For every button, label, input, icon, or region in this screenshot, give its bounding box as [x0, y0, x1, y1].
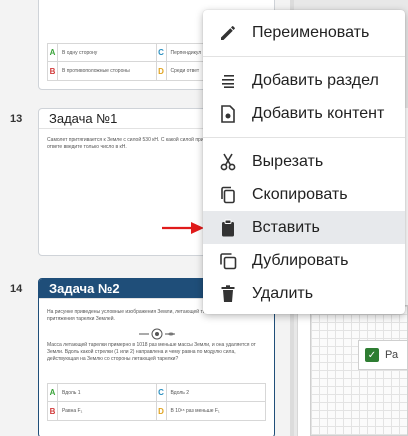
editor-canvas-grid[interactable]	[310, 305, 408, 436]
menu-item-label: Вставить	[252, 218, 320, 236]
answer-option-text: Ра	[385, 349, 399, 361]
menu-item-label: Удалить	[252, 284, 314, 302]
pencil-icon	[218, 23, 238, 43]
menu-item-add-section[interactable]: Добавить раздел	[203, 64, 405, 97]
checkbox-checked-icon[interactable]: ✓	[365, 348, 379, 362]
menu-item-delete[interactable]: Удалить	[203, 277, 405, 310]
red-arrow-icon	[162, 222, 204, 234]
task-text: Масса летающей тарелки примерно в 1018 р…	[47, 342, 256, 362]
answer-grid: A Вдоль 1 C Вдоль 2 B Равна F₁ DВ 10¹⁸ раз …	[47, 383, 266, 421]
answer-cell: A Вдоль 1	[48, 384, 157, 402]
answer-cell: B Равна F₁	[48, 402, 157, 420]
menu-item-add-content[interactable]: Добавить контент	[203, 97, 405, 130]
menu-separator	[203, 137, 405, 138]
menu-item-label: Добавить раздел	[252, 71, 379, 89]
menu-item-label: Скопировать	[252, 185, 348, 203]
answer-option-row[interactable]: ✓ Ра	[358, 340, 408, 370]
answer-cell: DВ 10¹⁸ раз меньше F₁	[157, 402, 266, 420]
menu-item-cut[interactable]: Вырезать	[203, 145, 405, 178]
task-number: 14	[10, 283, 23, 295]
answer-cell: AВ одну сторону	[48, 44, 157, 62]
menu-item-rename[interactable]: Переименовать	[203, 16, 405, 49]
scissors-icon	[218, 152, 238, 172]
menu-item-copy[interactable]: Скопировать	[203, 178, 405, 211]
lines-icon	[218, 71, 238, 91]
task-number: 13	[10, 113, 23, 125]
menu-item-label: Добавить контент	[252, 104, 385, 122]
earth-ufo-figure	[39, 326, 274, 342]
menu-separator	[203, 56, 405, 57]
context-menu: Переименовать Добавить раздел Добавить к…	[203, 10, 405, 314]
document-icon	[218, 104, 238, 124]
copy-icon	[218, 185, 238, 205]
clipboard-icon	[218, 218, 238, 238]
duplicate-icon	[218, 251, 238, 271]
menu-item-label: Дублировать	[252, 251, 349, 269]
trash-icon	[218, 284, 238, 304]
menu-item-label: Вырезать	[252, 152, 324, 170]
menu-item-duplicate[interactable]: Дублировать	[203, 244, 405, 277]
menu-item-paste[interactable]: Вставить	[203, 211, 405, 244]
answer-cell: BВ противоположные стороны	[48, 62, 157, 80]
menu-item-label: Переименовать	[252, 23, 370, 41]
answer-cell: C Вдоль 2	[156, 384, 265, 402]
